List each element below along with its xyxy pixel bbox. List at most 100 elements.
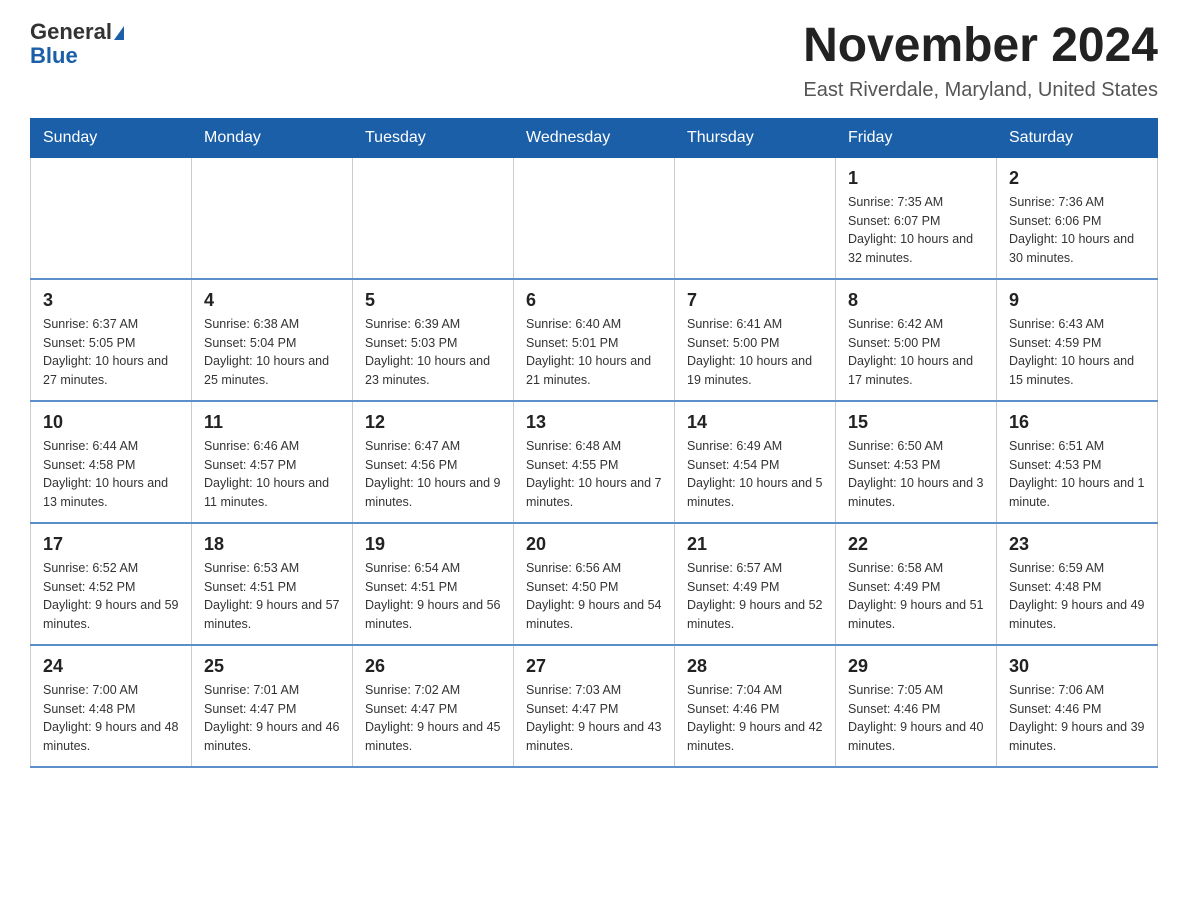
- day-info: Sunrise: 6:49 AMSunset: 4:54 PMDaylight:…: [687, 437, 823, 512]
- day-info: Sunrise: 6:50 AMSunset: 4:53 PMDaylight:…: [848, 437, 984, 512]
- day-number: 8: [848, 290, 984, 311]
- day-info: Sunrise: 6:37 AMSunset: 5:05 PMDaylight:…: [43, 315, 179, 390]
- day-number: 23: [1009, 534, 1145, 555]
- calendar-cell: 30 Sunrise: 7:06 AMSunset: 4:46 PMDayligh…: [997, 645, 1158, 767]
- day-info: Sunrise: 6:53 AMSunset: 4:51 PMDaylight:…: [204, 559, 340, 634]
- calendar-cell: 10 Sunrise: 6:44 AMSunset: 4:58 PMDayligh…: [31, 401, 192, 523]
- calendar-cell: [514, 157, 675, 279]
- day-number: 16: [1009, 412, 1145, 433]
- calendar-cell: 28 Sunrise: 7:04 AMSunset: 4:46 PMDayligh…: [675, 645, 836, 767]
- day-of-week-thursday: Thursday: [675, 118, 836, 157]
- day-number: 11: [204, 412, 340, 433]
- day-info: Sunrise: 6:58 AMSunset: 4:49 PMDaylight:…: [848, 559, 984, 634]
- day-info: Sunrise: 7:05 AMSunset: 4:46 PMDaylight:…: [848, 681, 984, 756]
- page-header: General Blue November 2024 East Riverdal…: [30, 20, 1158, 102]
- day-info: Sunrise: 7:35 AMSunset: 6:07 PMDaylight:…: [848, 193, 984, 268]
- calendar-cell: 12 Sunrise: 6:47 AMSunset: 4:56 PMDayligh…: [353, 401, 514, 523]
- day-number: 3: [43, 290, 179, 311]
- calendar-cell: 11 Sunrise: 6:46 AMSunset: 4:57 PMDayligh…: [192, 401, 353, 523]
- page-title: November 2024: [803, 20, 1158, 73]
- day-info: Sunrise: 6:59 AMSunset: 4:48 PMDaylight:…: [1009, 559, 1145, 634]
- day-info: Sunrise: 7:36 AMSunset: 6:06 PMDaylight:…: [1009, 193, 1145, 268]
- week-row-1: 1 Sunrise: 7:35 AMSunset: 6:07 PMDaylight…: [31, 157, 1158, 279]
- calendar-cell: 23 Sunrise: 6:59 AMSunset: 4:48 PMDayligh…: [997, 523, 1158, 645]
- day-number: 29: [848, 656, 984, 677]
- day-info: Sunrise: 6:54 AMSunset: 4:51 PMDaylight:…: [365, 559, 501, 634]
- day-info: Sunrise: 7:02 AMSunset: 4:47 PMDaylight:…: [365, 681, 501, 756]
- day-number: 2: [1009, 168, 1145, 189]
- calendar-cell: 16Sunrise: 6:51 AMSunset: 4:53 PMDayligh…: [997, 401, 1158, 523]
- calendar-cell: 3 Sunrise: 6:37 AMSunset: 5:05 PMDaylight…: [31, 279, 192, 401]
- day-of-week-friday: Friday: [836, 118, 997, 157]
- calendar-cell: 9Sunrise: 6:43 AMSunset: 4:59 PMDaylight…: [997, 279, 1158, 401]
- day-number: 27: [526, 656, 662, 677]
- day-number: 26: [365, 656, 501, 677]
- day-info: Sunrise: 6:42 AMSunset: 5:00 PMDaylight:…: [848, 315, 984, 390]
- day-info: Sunrise: 7:01 AMSunset: 4:47 PMDaylight:…: [204, 681, 340, 756]
- calendar-cell: 19 Sunrise: 6:54 AMSunset: 4:51 PMDayligh…: [353, 523, 514, 645]
- calendar-body: 1 Sunrise: 7:35 AMSunset: 6:07 PMDaylight…: [31, 157, 1158, 767]
- week-row-4: 17Sunrise: 6:52 AMSunset: 4:52 PMDayligh…: [31, 523, 1158, 645]
- calendar-cell: [353, 157, 514, 279]
- calendar-table: SundayMondayTuesdayWednesdayThursdayFrid…: [30, 118, 1158, 768]
- day-info: Sunrise: 6:40 AMSunset: 5:01 PMDaylight:…: [526, 315, 662, 390]
- calendar-cell: 24Sunrise: 7:00 AMSunset: 4:48 PMDayligh…: [31, 645, 192, 767]
- day-info: Sunrise: 6:38 AMSunset: 5:04 PMDaylight:…: [204, 315, 340, 390]
- logo-triangle-icon: [114, 26, 124, 40]
- day-number: 5: [365, 290, 501, 311]
- day-info: Sunrise: 6:46 AMSunset: 4:57 PMDaylight:…: [204, 437, 340, 512]
- day-number: 6: [526, 290, 662, 311]
- calendar-cell: 13Sunrise: 6:48 AMSunset: 4:55 PMDayligh…: [514, 401, 675, 523]
- day-number: 30: [1009, 656, 1145, 677]
- day-number: 12: [365, 412, 501, 433]
- calendar-cell: 6 Sunrise: 6:40 AMSunset: 5:01 PMDaylight…: [514, 279, 675, 401]
- calendar-cell: 18 Sunrise: 6:53 AMSunset: 4:51 PMDayligh…: [192, 523, 353, 645]
- day-number: 19: [365, 534, 501, 555]
- calendar-cell: 7 Sunrise: 6:41 AMSunset: 5:00 PMDaylight…: [675, 279, 836, 401]
- day-number: 7: [687, 290, 823, 311]
- calendar-cell: 14 Sunrise: 6:49 AMSunset: 4:54 PMDayligh…: [675, 401, 836, 523]
- calendar-cell: 4Sunrise: 6:38 AMSunset: 5:04 PMDaylight…: [192, 279, 353, 401]
- day-number: 1: [848, 168, 984, 189]
- calendar-cell: 8 Sunrise: 6:42 AMSunset: 5:00 PMDaylight…: [836, 279, 997, 401]
- day-number: 20: [526, 534, 662, 555]
- day-of-week-saturday: Saturday: [997, 118, 1158, 157]
- day-info: Sunrise: 7:06 AMSunset: 4:46 PMDaylight:…: [1009, 681, 1145, 756]
- page-subtitle: East Riverdale, Maryland, United States: [803, 79, 1158, 102]
- calendar-cell: 15Sunrise: 6:50 AMSunset: 4:53 PMDayligh…: [836, 401, 997, 523]
- title-block: November 2024 East Riverdale, Maryland, …: [803, 20, 1158, 102]
- day-info: Sunrise: 6:48 AMSunset: 4:55 PMDaylight:…: [526, 437, 662, 512]
- days-of-week-row: SundayMondayTuesdayWednesdayThursdayFrid…: [31, 118, 1158, 157]
- day-info: Sunrise: 6:56 AMSunset: 4:50 PMDaylight:…: [526, 559, 662, 634]
- day-of-week-monday: Monday: [192, 118, 353, 157]
- day-info: Sunrise: 7:04 AMSunset: 4:46 PMDaylight:…: [687, 681, 823, 756]
- day-info: Sunrise: 7:03 AMSunset: 4:47 PMDaylight:…: [526, 681, 662, 756]
- logo-general-text: General: [30, 19, 112, 44]
- calendar-cell: [192, 157, 353, 279]
- week-row-3: 10 Sunrise: 6:44 AMSunset: 4:58 PMDayligh…: [31, 401, 1158, 523]
- calendar-cell: 21Sunrise: 6:57 AMSunset: 4:49 PMDayligh…: [675, 523, 836, 645]
- day-info: Sunrise: 6:43 AMSunset: 4:59 PMDaylight:…: [1009, 315, 1145, 390]
- week-row-5: 24Sunrise: 7:00 AMSunset: 4:48 PMDayligh…: [31, 645, 1158, 767]
- calendar-cell: 1 Sunrise: 7:35 AMSunset: 6:07 PMDaylight…: [836, 157, 997, 279]
- day-number: 21: [687, 534, 823, 555]
- calendar-cell: 27 Sunrise: 7:03 AMSunset: 4:47 PMDayligh…: [514, 645, 675, 767]
- day-number: 28: [687, 656, 823, 677]
- calendar-cell: 17Sunrise: 6:52 AMSunset: 4:52 PMDayligh…: [31, 523, 192, 645]
- day-info: Sunrise: 6:47 AMSunset: 4:56 PMDaylight:…: [365, 437, 501, 512]
- day-info: Sunrise: 6:44 AMSunset: 4:58 PMDaylight:…: [43, 437, 179, 512]
- calendar-cell: 25 Sunrise: 7:01 AMSunset: 4:47 PMDayligh…: [192, 645, 353, 767]
- calendar-cell: 2 Sunrise: 7:36 AMSunset: 6:06 PMDaylight…: [997, 157, 1158, 279]
- logo: General Blue: [30, 20, 124, 68]
- calendar-header: SundayMondayTuesdayWednesdayThursdayFrid…: [31, 118, 1158, 157]
- day-number: 14: [687, 412, 823, 433]
- week-row-2: 3 Sunrise: 6:37 AMSunset: 5:05 PMDaylight…: [31, 279, 1158, 401]
- day-number: 18: [204, 534, 340, 555]
- calendar-cell: [31, 157, 192, 279]
- day-info: Sunrise: 7:00 AMSunset: 4:48 PMDaylight:…: [43, 681, 179, 756]
- day-number: 10: [43, 412, 179, 433]
- day-of-week-sunday: Sunday: [31, 118, 192, 157]
- day-info: Sunrise: 6:41 AMSunset: 5:00 PMDaylight:…: [687, 315, 823, 390]
- day-number: 22: [848, 534, 984, 555]
- day-number: 25: [204, 656, 340, 677]
